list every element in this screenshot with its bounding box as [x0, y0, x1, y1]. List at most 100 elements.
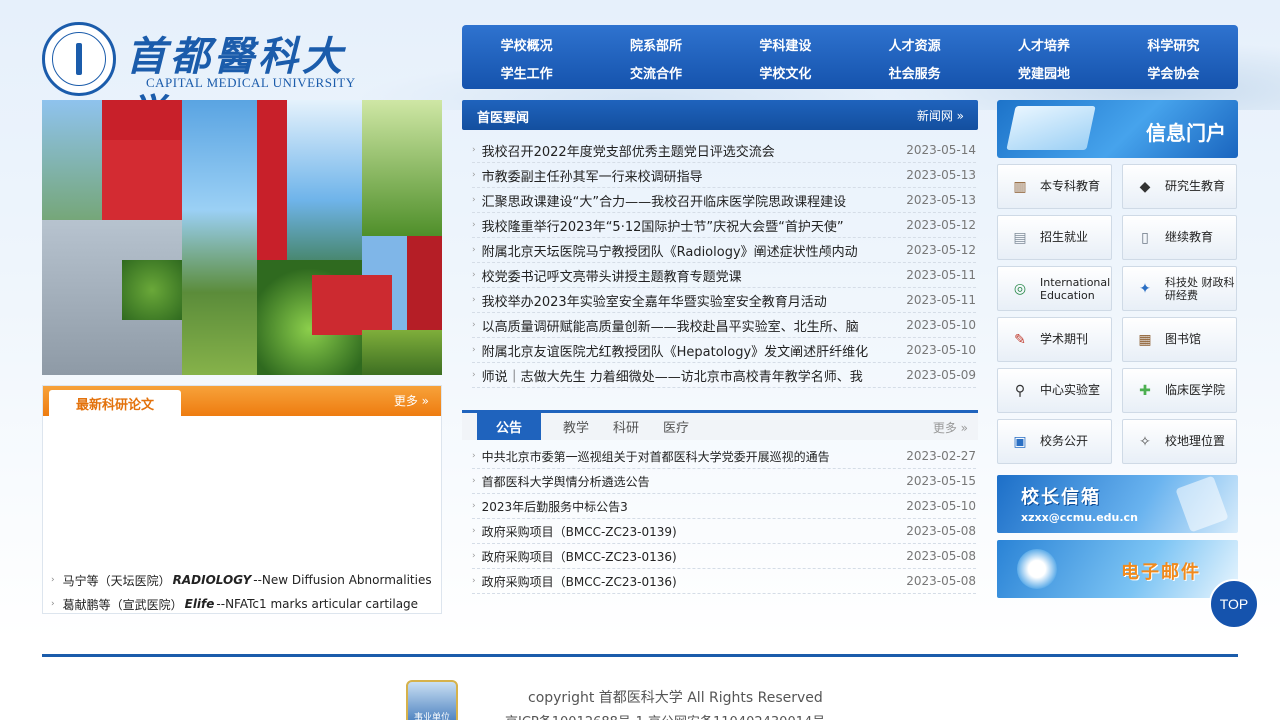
quick-link-7[interactable]: ▦ 图书馆 — [1122, 317, 1237, 362]
tab-announcements[interactable]: 公告 — [477, 413, 541, 440]
papers-more-link[interactable]: 更多 » — [394, 392, 429, 409]
letter-icon — [1175, 475, 1229, 533]
quick-link-9[interactable]: ✚ 临床医学院 — [1122, 368, 1237, 413]
news-item-title[interactable]: 市教委副主任孙其军一行来校调研指导 — [482, 166, 902, 185]
compass-icon: ✧ — [1139, 433, 1151, 450]
notice-item[interactable]: › 政府采购项目（BMCC-ZC23-0139) 2023-05-08 — [472, 519, 976, 544]
bullet-icon: › — [472, 270, 476, 280]
notice-panel: 公告 教学 科研 医疗 更多 » › 中共北京市委第一巡视组关于对首都医科大学党委… — [462, 410, 978, 610]
papers-title-tab[interactable]: 最新科研论文 — [49, 390, 181, 416]
nav-item-culture[interactable]: 学校文化 — [721, 58, 850, 86]
news-item[interactable]: › 附属北京天坛医院马宁教授团队《Radiology》阐述症状性颅内动 2023-0… — [472, 238, 976, 263]
puzzle-icon: ✚ — [1139, 382, 1151, 399]
news-item-title[interactable]: 我校举办2023年实验室安全嘉年华暨实验室安全教育月活动 — [482, 291, 902, 310]
principal-mailbox-email: xzxx@ccmu.edu.cn — [1021, 511, 1138, 524]
news-item[interactable]: › 以高质量调研赋能高质量创新——我校赴昌平实验室、北生所、脑 2023-05-10 — [472, 313, 976, 338]
quick-link-label: 图书馆 — [1165, 332, 1202, 346]
microscope-icon: ⚲ — [1014, 382, 1026, 399]
quick-link-11[interactable]: ✧ 校地理位置 — [1122, 419, 1237, 464]
news-item-title[interactable]: 我校隆重举行2023年“5·12国际护士节”庆祝大会暨“首护天使” — [482, 216, 902, 235]
nav-item-research[interactable]: 科学研究 — [1109, 30, 1238, 58]
news-item-title[interactable]: 附属北京友谊医院尤红教授团队《Hepatology》发文阐述肝纤维化 — [482, 341, 902, 360]
nav-item-departments[interactable]: 院系部所 — [591, 30, 720, 58]
notice-item-title[interactable]: 中共北京市委第一巡视组关于对首都医科大学党委开展巡视的通告 — [482, 448, 902, 465]
news-item[interactable]: › 我校召开2022年度党支部优秀主题党日评选交流会 2023-05-14 — [472, 138, 976, 163]
news-item-title[interactable]: 我校召开2022年度党支部优秀主题党日评选交流会 — [482, 141, 902, 160]
news-item[interactable]: › 师说｜志做大先生 力着细微处——访北京市高校青年教学名师、我 2023-05-0… — [472, 363, 976, 388]
education-icon: ◎ — [1013, 280, 1027, 297]
notice-item-title[interactable]: 首都医科大学舆情分析遴选公告 — [482, 473, 902, 490]
news-item[interactable]: › 我校隆重举行2023年“5·12国际护士节”庆祝大会暨“首护天使” 2023-0… — [472, 213, 976, 238]
nav-item-party-building[interactable]: 党建园地 — [979, 58, 1108, 86]
notice-item[interactable]: › 政府采购项目（BMCC-ZC23-0136) 2023-05-08 — [472, 569, 976, 594]
quick-link-2[interactable]: ▤ 招生就业 — [997, 215, 1112, 260]
notice-item[interactable]: › 中共北京市委第一巡视组关于对首都医科大学党委开展巡视的通告 2023-02-27 — [472, 444, 976, 469]
footer-icp[interactable]: 京ICP备10012688号-1 京公网安备110402430014号 — [505, 711, 825, 720]
nav-item-talent-cultivation[interactable]: 人才培养 — [979, 30, 1108, 58]
news-item-date: 2023-05-10 — [906, 318, 976, 332]
paper-journal: Elife — [184, 597, 215, 611]
notice-item[interactable]: › 政府采购项目（BMCC-ZC23-0136) 2023-05-08 — [472, 544, 976, 569]
university-seal-icon — [42, 22, 116, 96]
nav-item-student-affairs[interactable]: 学生工作 — [462, 58, 591, 86]
notice-item-title[interactable]: 政府采购项目（BMCC-ZC23-0136) — [482, 573, 902, 590]
public-institution-badge[interactable]: 事业单位 — [406, 680, 458, 720]
news-item[interactable]: › 市教委副主任孙其军一行来校调研指导 2023-05-13 — [472, 163, 976, 188]
news-item-title[interactable]: 附属北京天坛医院马宁教授团队《Radiology》阐述症状性颅内动 — [482, 241, 902, 260]
news-item-title[interactable]: 以高质量调研赋能高质量创新——我校赴昌平实验室、北生所、脑 — [482, 316, 902, 335]
nav-item-talent-resources[interactable]: 人才资源 — [850, 30, 979, 58]
email-banner[interactable]: 电子邮件 — [997, 540, 1238, 598]
notice-item[interactable]: › 首都医科大学舆情分析遴选公告 2023-05-15 — [472, 469, 976, 494]
news-item[interactable]: › 我校举办2023年实验室安全嘉年华暨实验室安全教育月活动 2023-05-11 — [472, 288, 976, 313]
logo-english-name: CAPITAL MEDICAL UNIVERSITY — [146, 75, 356, 90]
computer-icon: ▣ — [1013, 433, 1027, 450]
news-item-date: 2023-05-12 — [906, 243, 976, 257]
notice-tabs: 公告 教学 科研 医疗 更多 » — [462, 410, 978, 440]
books-icon: ▥ — [1013, 178, 1027, 195]
quick-link-5[interactable]: ✦ 科技处 财政科研经费 — [1122, 266, 1237, 311]
notice-item-title[interactable]: 2023年后勤服务中标公告3 — [482, 498, 902, 515]
quick-link-4[interactable]: ◎ International Education — [997, 266, 1112, 311]
notice-more-link[interactable]: 更多 » — [933, 419, 968, 436]
notice-item[interactable]: › 2023年后勤服务中标公告3 2023-05-10 — [472, 494, 976, 519]
campus-slideshow[interactable] — [42, 100, 442, 375]
slide-tile — [122, 260, 182, 320]
news-item-title[interactable]: 校党委书记呼文亮带头讲授主题教育专题党课 — [482, 266, 902, 285]
nav-item-exchange[interactable]: 交流合作 — [591, 58, 720, 86]
info-portal-banner[interactable]: 信息门户 — [997, 100, 1238, 158]
notice-item-date: 2023-05-08 — [906, 574, 976, 588]
news-item-title[interactable]: 汇聚思政课建设“大”合力——我校召开临床医学院思政课程建设 — [482, 191, 902, 210]
quick-link-3[interactable]: ▯ 继续教育 — [1122, 215, 1237, 260]
news-item[interactable]: › 汇聚思政课建设“大”合力——我校召开临床医学院思政课程建设 2023-05-13 — [472, 188, 976, 213]
list-item[interactable]: › 葛献鹏等（宣武医院） Elife --NFATc1 marks articu… — [51, 592, 437, 616]
tab-research[interactable]: 科研 — [602, 413, 650, 440]
university-logo[interactable]: 首都醫科大学 CAPITAL MEDICAL UNIVERSITY — [42, 20, 372, 138]
nav-item-disciplines[interactable]: 学科建设 — [721, 30, 850, 58]
quick-link-0[interactable]: ▥ 本专科教育 — [997, 164, 1112, 209]
principal-mailbox-banner[interactable]: 校长信箱 xzxx@ccmu.edu.cn — [997, 475, 1238, 533]
quick-link-10[interactable]: ▣ 校务公开 — [997, 419, 1112, 464]
quick-link-8[interactable]: ⚲ 中心实验室 — [997, 368, 1112, 413]
quick-link-1[interactable]: ◆ 研究生教育 — [1122, 164, 1237, 209]
back-to-top-button[interactable]: TOP — [1209, 579, 1259, 629]
bullet-icon: › — [472, 501, 476, 511]
news-item[interactable]: › 附属北京友谊医院尤红教授团队《Hepatology》发文阐述肝纤维化 2023-… — [472, 338, 976, 363]
news-item[interactable]: › 校党委书记呼文亮带头讲授主题教育专题党课 2023-05-11 — [472, 263, 976, 288]
news-item-title[interactable]: 师说｜志做大先生 力着细微处——访北京市高校青年教学名师、我 — [482, 366, 902, 385]
bullet-icon: › — [472, 195, 476, 205]
quick-link-label: 继续教育 — [1165, 230, 1214, 244]
bullet-icon: › — [472, 576, 476, 586]
bullet-icon: › — [472, 345, 476, 355]
notice-item-title[interactable]: 政府采购项目（BMCC-ZC23-0139) — [482, 523, 902, 540]
tab-medical[interactable]: 医疗 — [652, 413, 700, 440]
quick-link-6[interactable]: ✎ 学术期刊 — [997, 317, 1112, 362]
nav-item-societies[interactable]: 学会协会 — [1109, 58, 1238, 86]
list-item[interactable]: › 马宁等（天坛医院） RADIOLOGY --New Diffusion Ab… — [51, 568, 437, 592]
tab-teaching[interactable]: 教学 — [552, 413, 600, 440]
nav-item-overview[interactable]: 学校概况 — [462, 30, 591, 58]
news-more-link[interactable]: 新闻网 » — [917, 107, 964, 124]
notice-item-title[interactable]: 政府采购项目（BMCC-ZC23-0136) — [482, 548, 902, 565]
news-header: 首医要闻 新闻网 » — [462, 100, 978, 130]
nav-item-social-service[interactable]: 社会服务 — [850, 58, 979, 86]
slide-tile — [312, 275, 392, 335]
